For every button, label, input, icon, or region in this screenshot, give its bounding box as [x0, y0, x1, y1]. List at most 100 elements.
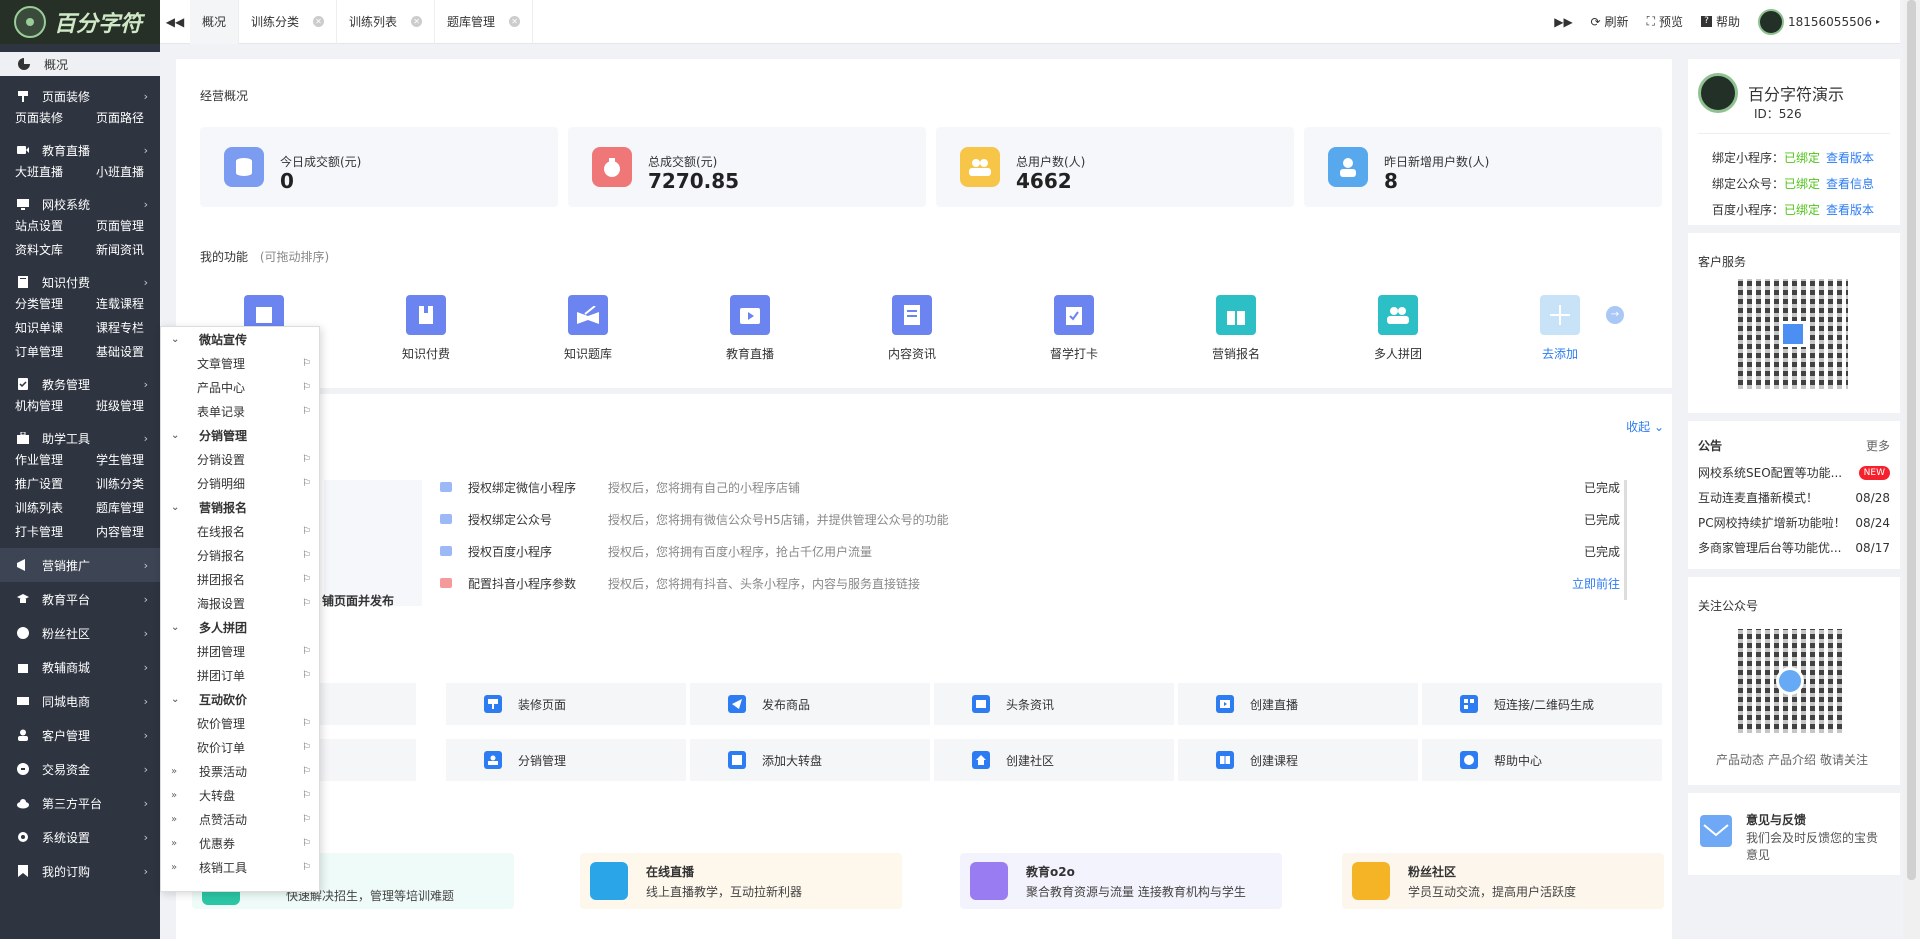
sidebar-head-school[interactable]: 网校系统 ›	[0, 194, 160, 214]
submenu-item[interactable]: 拼团订单 ⚐	[161, 663, 319, 687]
page-scrollbar[interactable]	[1903, 0, 1920, 939]
sidebar-item-subscriptions[interactable]: 我的订购 ›	[0, 854, 160, 888]
product-intro-link[interactable]: 产品介绍	[1768, 751, 1816, 768]
sidebar-item[interactable]: 基础设置	[96, 340, 160, 364]
product-news-link[interactable]: 产品动态	[1716, 751, 1764, 768]
sidebar-item-mall[interactable]: 教辅商城 ›	[0, 650, 160, 684]
sidebar-item[interactable]: 新闻资讯	[96, 238, 160, 262]
submenu-item[interactable]: 拼团报名 ⚐	[161, 567, 319, 591]
task-scrollbar[interactable]	[1624, 480, 1627, 600]
scroll-tabs-right-button[interactable]: ▶▶	[1548, 0, 1578, 44]
flag-icon[interactable]: ⚐	[302, 382, 311, 393]
sidebar-head-decoration[interactable]: 页面装修 ›	[0, 86, 160, 106]
submenu-item[interactable]: » 大转盘 ⚐	[161, 783, 319, 807]
sidebar-item[interactable]: 题库管理	[96, 496, 160, 520]
flag-icon[interactable]: ⚐	[302, 814, 311, 825]
sidebar-item[interactable]: 学生管理	[96, 448, 160, 472]
submenu-section[interactable]: ⌄ 营销报名	[161, 495, 319, 519]
sidebar-head-academic[interactable]: 教务管理 ›	[0, 374, 160, 394]
notice-item[interactable]: PC网校持续扩增新功能啦！ 08/24	[1698, 511, 1890, 536]
view-version-link[interactable]: 查看版本	[1826, 151, 1874, 165]
sidebar-item-marketing[interactable]: 营销推广 ›	[0, 548, 160, 582]
submenu-item[interactable]: 分销明细 ⚐	[161, 471, 319, 495]
quick-action-button[interactable]: 短连接/二维码生成	[1422, 683, 1662, 725]
submenu-item[interactable]: 在线报名 ⚐	[161, 519, 319, 543]
submenu-item[interactable]: » 核销工具 ⚐	[161, 855, 319, 879]
submenu-item[interactable]: 分销报名 ⚐	[161, 543, 319, 567]
flag-icon[interactable]: ⚐	[302, 358, 311, 369]
next-arrow-icon[interactable]: →	[1606, 306, 1624, 324]
sidebar-item[interactable]: 页面装修	[15, 106, 96, 130]
quick-action-button[interactable]: 创建社区	[934, 739, 1174, 781]
sidebar-item[interactable]: 作业管理	[15, 448, 96, 472]
quick-action-button[interactable]: 创建课程	[1178, 739, 1418, 781]
flag-icon[interactable]: ⚐	[302, 646, 311, 657]
submenu-item[interactable]: 表单记录 ⚐	[161, 399, 319, 423]
promo-card[interactable]: 在线直播 线上直播教学，互动拉新利器	[580, 853, 902, 909]
sidebar-item[interactable]: 订单管理	[15, 340, 96, 364]
quick-action-button[interactable]: 头条资讯	[934, 683, 1174, 725]
flag-icon[interactable]: ⚐	[302, 790, 311, 801]
scroll-tabs-left-button[interactable]: ◀◀	[160, 0, 190, 44]
notice-more-link[interactable]: 更多	[1866, 437, 1890, 454]
close-icon[interactable]: ✕	[509, 16, 521, 27]
flag-icon[interactable]: ⚐	[302, 670, 311, 681]
quick-action-button[interactable]: 添加大转盘	[690, 739, 930, 781]
quick-action-button[interactable]: 创建直播	[1178, 683, 1418, 725]
notice-item[interactable]: 网校系统SEO配置等功能... NEW	[1698, 461, 1890, 486]
flag-icon[interactable]: ⚐	[302, 454, 311, 465]
function-tile[interactable]: 营销报名	[1186, 295, 1286, 362]
flag-icon[interactable]: ⚐	[302, 742, 311, 753]
promo-card[interactable]: 粉丝社区 学员互动交流，提高用户活跃度	[1342, 853, 1664, 909]
sidebar-item-funds[interactable]: 交易资金 ›	[0, 752, 160, 786]
flag-icon[interactable]: ⚐	[302, 766, 311, 777]
flag-icon[interactable]: ⚐	[302, 718, 311, 729]
sidebar-head-knowledge[interactable]: 知识付费 ›	[0, 272, 160, 292]
sidebar-item[interactable]: 机构管理	[15, 394, 96, 418]
go-now-link[interactable]: 立即前往	[1572, 575, 1620, 592]
submenu-section[interactable]: ⌄ 多人拼团	[161, 615, 319, 639]
scrollbar-thumb[interactable]	[1907, 0, 1916, 880]
submenu-item[interactable]: » 点赞活动 ⚐	[161, 807, 319, 831]
promo-card[interactable]: 教育o2o 聚合教育资源与流量 连接教育机构与学生	[960, 853, 1282, 909]
sidebar-item-settings[interactable]: 系统设置 ›	[0, 820, 160, 854]
submenu-item[interactable]: » 投票活动 ⚐	[161, 759, 319, 783]
submenu-item[interactable]: » 优惠券 ⚐	[161, 831, 319, 855]
quick-action-button[interactable]: 发布商品	[690, 683, 930, 725]
flag-icon[interactable]: ⚐	[302, 838, 311, 849]
sidebar-item-platform[interactable]: 教育平台 ›	[0, 582, 160, 616]
submenu-item[interactable]: 分销设置 ⚐	[161, 447, 319, 471]
tab-question-bank[interactable]: 题库管理 ✕	[435, 0, 534, 44]
sidebar-item[interactable]: 推广设置	[15, 472, 96, 496]
function-tile[interactable]: 内容资讯	[862, 295, 962, 362]
function-tile[interactable]: 知识付费	[376, 295, 476, 362]
sidebar-item[interactable]: 内容管理	[96, 520, 160, 544]
sidebar-item[interactable]: 大班直播	[15, 160, 96, 184]
notice-item[interactable]: 互动连麦直播新模式！ 08/28	[1698, 486, 1890, 511]
preview-button[interactable]: ⛶ 预览	[1647, 13, 1683, 30]
tab-overview[interactable]: 概况	[190, 0, 240, 44]
sidebar-item[interactable]: 分类管理	[15, 292, 96, 316]
task-step-active[interactable]	[324, 446, 422, 480]
refresh-button[interactable]: ⟳ 刷新	[1590, 13, 1628, 30]
sidebar-item-community[interactable]: 粉丝社区 ›	[0, 616, 160, 650]
quick-action-button[interactable]: 分销管理	[446, 739, 686, 781]
flag-icon[interactable]: ⚐	[302, 526, 311, 537]
help-button[interactable]: ? 帮助	[1700, 13, 1740, 30]
collapse-button[interactable]: 收起 ⌄	[1626, 418, 1664, 435]
sidebar-item[interactable]: 页面路径	[96, 106, 160, 130]
user-menu[interactable]: 18156055506 ▸	[1758, 8, 1880, 35]
sidebar-item-ecommerce[interactable]: 同城电商 ›	[0, 684, 160, 718]
quick-action-button[interactable]: 帮助中心	[1422, 739, 1662, 781]
sidebar-item[interactable]: 小班直播	[96, 160, 160, 184]
submenu-section[interactable]: ⌄ 互动砍价	[161, 687, 319, 711]
sidebar-item[interactable]: 资料文库	[15, 238, 96, 262]
close-icon[interactable]: ✕	[411, 16, 423, 27]
sidebar-item[interactable]: 训练列表	[15, 496, 96, 520]
quick-action-button[interactable]: 装修页面	[446, 683, 686, 725]
function-tile[interactable]: 知识题库	[538, 295, 638, 362]
submenu-item[interactable]: 砍价订单 ⚐	[161, 735, 319, 759]
view-version-link[interactable]: 查看版本	[1826, 203, 1874, 217]
sidebar-item-third-party[interactable]: 第三方平台 ›	[0, 786, 160, 820]
notice-item[interactable]: 多商家管理后台等功能优... 08/17	[1698, 536, 1890, 561]
